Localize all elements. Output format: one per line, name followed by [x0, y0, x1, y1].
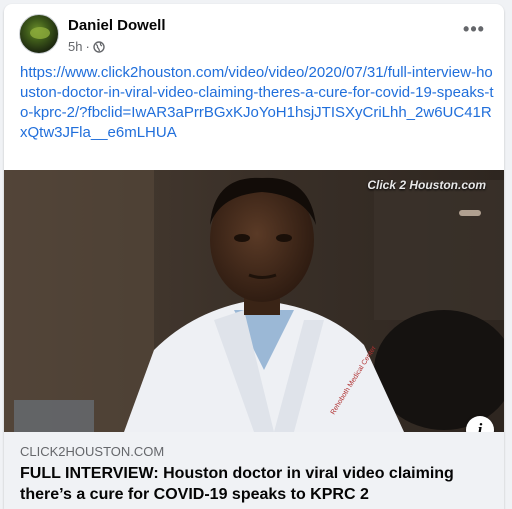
- author-name[interactable]: Daniel Dowell: [68, 17, 166, 34]
- more-horizontal-icon: •••: [463, 18, 485, 39]
- post-time[interactable]: 5h: [68, 39, 82, 54]
- post-meta: 5h ·: [68, 39, 105, 54]
- link-domain: CLICK2HOUSTON.COM: [20, 444, 165, 459]
- info-glyph: i: [477, 420, 483, 432]
- post-card: Daniel Dowell 5h · ••• https://www.click…: [4, 4, 504, 509]
- link-preview-image[interactable]: Rehoboth Medical Center Click 2 Houston.…: [4, 170, 504, 432]
- meta-separator: ·: [85, 39, 90, 54]
- watermark-logo: Click 2 Houston.com: [367, 178, 486, 192]
- globe-icon: [93, 40, 105, 53]
- more-options-button[interactable]: •••: [460, 18, 488, 40]
- link-preview[interactable]: CLICK2HOUSTON.COM FULL INTERVIEW: Housto…: [4, 432, 504, 509]
- post-link-text[interactable]: https://www.click2houston.com/video/vide…: [20, 63, 495, 143]
- interview-photo: Rehoboth Medical Center: [4, 170, 504, 432]
- avatar[interactable]: [19, 14, 59, 54]
- link-title[interactable]: FULL INTERVIEW: Houston doctor in viral …: [20, 463, 460, 505]
